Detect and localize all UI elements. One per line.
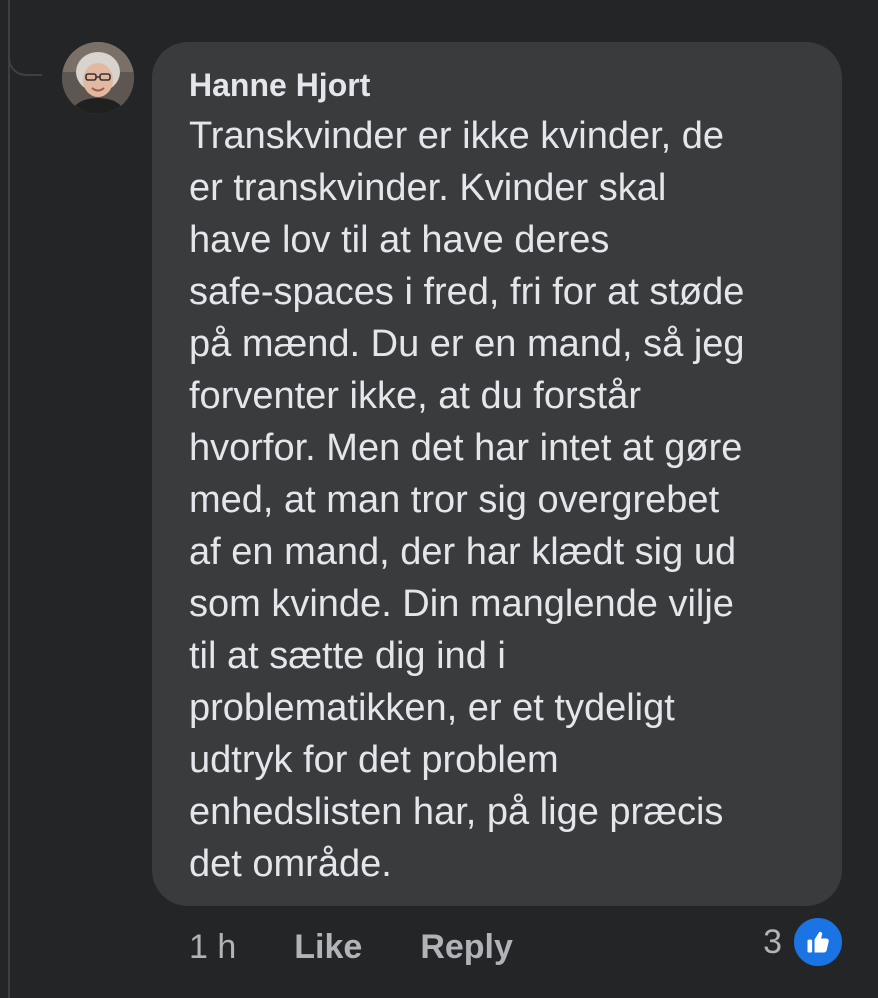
avatar[interactable] <box>62 42 134 114</box>
like-reaction-icon <box>792 916 844 968</box>
comment-author[interactable]: Hanne Hjort <box>189 66 806 104</box>
reply-button[interactable]: Reply <box>420 928 513 967</box>
reaction-summary[interactable]: 3 <box>763 916 844 968</box>
avatar-photo <box>62 42 134 114</box>
comment-actions: 1 h Like Reply <box>189 928 513 967</box>
thumbs-up-icon <box>807 931 829 953</box>
reaction-count: 3 <box>763 922 782 961</box>
like-button[interactable]: Like <box>294 928 362 967</box>
comment-text: Transkvinder er ikke kvinder, de er tran… <box>189 115 745 885</box>
comment-bubble: Hanne Hjort Transkvinder er ikke kvinder… <box>152 42 842 906</box>
thread-line <box>8 0 10 998</box>
thread-connector <box>8 20 42 76</box>
comment-timestamp[interactable]: 1 h <box>189 928 236 967</box>
